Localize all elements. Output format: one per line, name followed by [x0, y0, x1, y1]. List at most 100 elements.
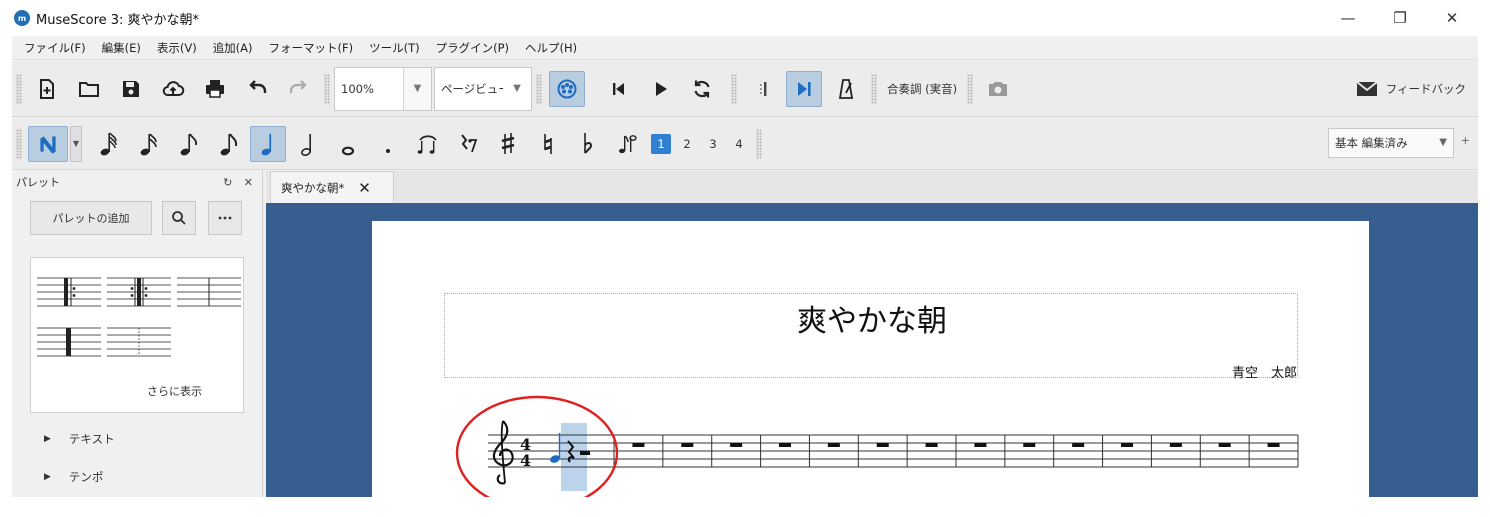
zoom-combo[interactable]: 100% ▼: [334, 66, 432, 111]
palette-panel-controls[interactable]: ↻ ✕: [223, 176, 257, 189]
toolbar-grip[interactable]: [756, 128, 762, 159]
dotted-barline-icon[interactable]: [107, 324, 171, 358]
undo-button[interactable]: [239, 71, 275, 107]
concert-pitch-toggle[interactable]: 合奏調 (実音): [887, 81, 957, 97]
save-button[interactable]: [113, 71, 149, 107]
toolbar-grip[interactable]: [731, 73, 737, 104]
dashed-barline-icon[interactable]: [177, 274, 241, 308]
menu-plugins[interactable]: プラグイン(P): [428, 40, 517, 56]
score-tab[interactable]: 爽やかな朝* ✕: [270, 171, 394, 203]
add-workspace-button[interactable]: +: [1461, 134, 1470, 147]
voice-1-button[interactable]: 1: [651, 133, 671, 154]
chevron-down-icon: ▼: [1439, 137, 1447, 148]
duration-64th-button[interactable]: [90, 126, 126, 162]
palette-section-text[interactable]: ▶ テキスト: [44, 431, 115, 447]
menu-format[interactable]: フォーマット(F): [261, 40, 362, 56]
toolbar-grip[interactable]: [967, 73, 974, 104]
voice-4-button[interactable]: 4: [729, 134, 749, 154]
palette-more-button[interactable]: [208, 201, 242, 235]
whole-rest-icon[interactable]: [876, 443, 889, 447]
whole-rest-icon[interactable]: [632, 443, 645, 447]
tie-button[interactable]: [410, 126, 446, 162]
menu-view[interactable]: 表示(V): [149, 40, 205, 56]
duration-half-button[interactable]: [290, 126, 326, 162]
flat-button[interactable]: [570, 126, 606, 162]
whole-rest-icon[interactable]: [1267, 443, 1280, 447]
score-canvas[interactable]: 爽やかな朝 青空 太郎 4 4: [266, 203, 1478, 497]
rewind-button[interactable]: [600, 71, 636, 107]
selected-quarter-note[interactable]: [549, 433, 561, 464]
whole-rest-icon[interactable]: [681, 443, 694, 447]
add-palette-button[interactable]: パレットの追加: [30, 201, 152, 235]
new-file-button[interactable]: [29, 71, 65, 107]
whole-rest-icon[interactable]: [1121, 443, 1133, 447]
half-rest-icon[interactable]: [580, 451, 590, 455]
midi-input-button[interactable]: [549, 70, 585, 107]
print-icon: [206, 79, 224, 98]
upload-button[interactable]: [155, 71, 191, 107]
score-page[interactable]: 爽やかな朝 青空 太郎 4 4: [372, 221, 1369, 497]
metronome-button[interactable]: [828, 71, 864, 107]
whole-rest-icon[interactable]: [827, 443, 840, 447]
search-icon: [172, 211, 186, 225]
whole-rest-icon[interactable]: [730, 443, 743, 447]
sharp-button[interactable]: [490, 126, 526, 162]
whole-rest-icon[interactable]: [974, 443, 987, 447]
rest-button[interactable]: [450, 126, 486, 162]
duration-16th-button[interactable]: [170, 126, 206, 162]
playback-mode-button[interactable]: [786, 70, 822, 107]
open-file-button[interactable]: [71, 71, 107, 107]
natural-button[interactable]: [530, 126, 566, 162]
print-button[interactable]: [197, 71, 233, 107]
augmentation-dot-button[interactable]: [370, 126, 406, 162]
whole-rest-icon[interactable]: [1169, 443, 1182, 447]
duration-32nd-button[interactable]: [130, 126, 166, 162]
menu-tools[interactable]: ツール(T): [361, 40, 428, 56]
play-button[interactable]: [642, 71, 678, 107]
redo-button[interactable]: [281, 71, 317, 107]
duration-eighth-button[interactable]: [210, 126, 246, 162]
toolbar-grip[interactable]: [16, 128, 22, 159]
menu-edit[interactable]: 編集(E): [94, 40, 149, 56]
feedback-label[interactable]: フィードバック: [1386, 81, 1466, 97]
whole-rest-icon[interactable]: [779, 443, 791, 447]
time-signature-denominator[interactable]: 4: [520, 451, 531, 470]
workspace-combo[interactable]: 基本 編集済み ▼: [1328, 128, 1454, 158]
flip-direction-button[interactable]: [610, 126, 646, 162]
toolbar-grip[interactable]: [536, 73, 542, 104]
duration-quarter-button[interactable]: [250, 125, 286, 162]
whole-rest-icon[interactable]: [1023, 443, 1036, 447]
toolbar-grip[interactable]: [16, 73, 22, 104]
treble-clef-icon[interactable]: [492, 420, 514, 485]
menu-file[interactable]: ファイル(F): [16, 40, 94, 56]
palette-section-tempo[interactable]: ▶ テンポ: [44, 469, 103, 485]
note-input-mode-button[interactable]: [28, 125, 68, 162]
whole-rest-icon[interactable]: [1072, 443, 1085, 447]
palette-search-button[interactable]: [162, 201, 196, 235]
menu-add[interactable]: 追加(A): [205, 40, 261, 56]
restore-button[interactable]: ❐: [1374, 0, 1426, 36]
loop-button[interactable]: [684, 71, 720, 107]
voice-2-button[interactable]: 2: [677, 134, 697, 154]
close-icon[interactable]: ✕: [358, 179, 371, 197]
close-button[interactable]: ✕: [1426, 0, 1478, 36]
toolbar-grip[interactable]: [324, 73, 330, 104]
minimize-button[interactable]: —: [1322, 0, 1374, 36]
barlines-palette: さらに表示: [30, 257, 244, 413]
heavy-barline-icon[interactable]: [37, 324, 101, 358]
duration-whole-button[interactable]: [330, 126, 366, 162]
end-start-repeat-barline-icon[interactable]: [107, 274, 171, 308]
palette-show-more-link[interactable]: さらに表示: [147, 383, 202, 399]
voice-3-button[interactable]: 3: [703, 134, 723, 154]
whole-rest-icon[interactable]: [925, 443, 938, 447]
toolbar-grip[interactable]: [871, 73, 877, 104]
start-repeat-barline-icon[interactable]: [37, 274, 101, 308]
whole-rest-icon[interactable]: [1218, 443, 1231, 447]
feedback-button[interactable]: [1352, 71, 1382, 107]
loop-in-button[interactable]: [744, 71, 780, 107]
view-mode-combo[interactable]: ページビュー ▼: [434, 66, 532, 111]
chevron-down-icon[interactable]: ▼: [70, 125, 82, 162]
menu-help[interactable]: ヘルプ(H): [517, 40, 585, 56]
screenshot-button[interactable]: [980, 71, 1016, 107]
palette-panel: パレット ↻ ✕ パレットの追加 さらに表示 ▶ テキスト ▶ テンポ: [12, 171, 263, 497]
